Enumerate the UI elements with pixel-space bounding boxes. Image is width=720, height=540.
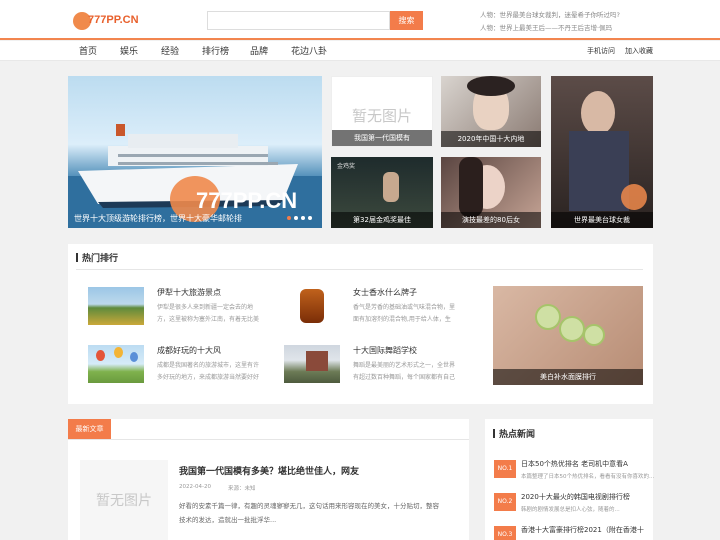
rank-badge-3: NO.3 xyxy=(494,526,516,540)
slider-dot[interactable] xyxy=(294,216,298,220)
building-image xyxy=(306,351,328,371)
rank-thumb-4[interactable] xyxy=(284,345,340,383)
tile-caption: 2020年中国十大内地 xyxy=(441,131,541,147)
rank-item-desc-3b: 多好玩的地方，来成都旅游当然要好好 xyxy=(157,374,260,381)
feature-facemask-card[interactable]: 美白补水面膜排行 xyxy=(493,286,643,385)
slider-dot[interactable] xyxy=(287,216,291,220)
rank-item-desc-2b: 面有加溶剂的混合物,用于给人体，生 xyxy=(353,316,451,323)
hot-news-title: 热点新闻 xyxy=(493,427,535,440)
rank-item-desc-4b: 有超过数百种舞蹈，每个国家都有自己 xyxy=(353,374,456,381)
mobile-visit-link[interactable]: 手机访问 xyxy=(587,46,615,56)
referee-image xyxy=(581,91,615,135)
article-summary-line-1: 好看的安素千篇一律，有趣的灵魂寥寥无几，这句话用来形容现在的美女，十分贴切，整容 xyxy=(179,502,439,510)
cucumber-image xyxy=(583,324,605,346)
logo-text: 777PP.CN xyxy=(88,14,139,26)
divider xyxy=(68,439,469,440)
tile-caption: 我国第一代国模有 xyxy=(332,130,432,146)
hot-news-item-1[interactable]: 日本50个热优排名 老司机中意看A xyxy=(521,459,628,469)
hot-news-title-text: 热点新闻 xyxy=(499,430,536,440)
rank-thumb-1[interactable] xyxy=(88,287,144,325)
rank-thumb-2[interactable] xyxy=(284,287,340,325)
balloon-icon xyxy=(96,350,105,361)
rank-item-desc-3a: 成都是我国著名的旅游城市，这里有许 xyxy=(157,362,260,369)
no-image-placeholder: 暂无图片 xyxy=(351,107,412,125)
add-favorite-link[interactable]: 加入收藏 xyxy=(625,46,653,56)
hot-news-item-2[interactable]: 2020十大最火的韩国电视剧排行榜 xyxy=(521,492,630,502)
search-input[interactable] xyxy=(207,11,390,30)
tile-caption: 演技最差的80后女 xyxy=(441,212,541,228)
perfume-image xyxy=(300,289,324,323)
slider-dot[interactable] xyxy=(308,216,312,220)
nav-item-brands[interactable]: 品牌 xyxy=(250,44,268,57)
rank-item-desc-4a: 舞蹈是最美丽的艺术形式之一，全世界 xyxy=(353,362,456,369)
rank-item-title-2[interactable]: 女士香水什么牌子 xyxy=(353,287,417,298)
rank-thumb-3[interactable] xyxy=(88,345,144,383)
tile-caption: 第32届金鸡奖最佳 xyxy=(331,212,433,228)
tile-1[interactable]: 暂无图片 我国第一代国模有 xyxy=(331,76,433,147)
top-news-link-2[interactable]: 人物：世界上最美王后——不丹王后吉增·佩玛 xyxy=(480,22,612,32)
slider-dot[interactable] xyxy=(301,216,305,220)
site-logo[interactable]: 777PP.CN xyxy=(73,10,139,34)
hot-news-sub-2: 韩剧的剧情发展总是扣人心弦，随着的... xyxy=(521,507,620,513)
watermark-text: 777PP.CN xyxy=(196,188,298,213)
rank-item-title-3[interactable]: 成都好玩的十大风 xyxy=(157,345,221,356)
rank-item-desc-1b: 方，这里被称为塞外江南，有着无比美 xyxy=(157,316,260,323)
tile-3[interactable]: 世界最美台球女裁 xyxy=(551,76,653,228)
tile-4[interactable]: 金鸡奖 第32届金鸡奖最佳 xyxy=(331,157,433,228)
title-bar xyxy=(493,429,495,438)
slider-caption[interactable]: 世界十大顶级游轮排行榜，世界十大豪华邮轮排 xyxy=(74,213,242,224)
nav-item-home[interactable]: 首页 xyxy=(79,44,97,57)
article-thumb[interactable]: 暂无图片 xyxy=(80,460,168,540)
hero-slider[interactable]: 777PP.CN 世界十大顶级游轮排行榜，世界十大豪华邮轮排 xyxy=(68,76,322,228)
no-image-placeholder: 暂无图片 xyxy=(96,493,152,509)
hot-news-item-3[interactable]: 香港十大富豪排行榜2021（附在香港十 xyxy=(521,525,644,535)
article-title[interactable]: 我国第一代国模有多美？堪比绝世佳人，网友 xyxy=(179,464,359,477)
search-button[interactable]: 搜索 xyxy=(390,11,423,30)
latest-articles-tag: 最新文章 xyxy=(68,419,111,439)
rank-item-desc-2a: 香气是芳香的基础油或气味混合物，里 xyxy=(353,304,456,311)
hot-news-sub-1: 本篇整理了日本50个热优排名，看看有没有你喜欢的... xyxy=(521,474,655,480)
actress-hair xyxy=(459,157,483,217)
nav-item-experience[interactable]: 经验 xyxy=(161,44,179,57)
cucumber-image xyxy=(535,304,561,330)
tile-5[interactable]: 演技最差的80后女 xyxy=(441,157,541,228)
hot-rank-title-text: 热门排行 xyxy=(82,254,119,264)
rank-item-desc-1a: 伊犁是很多人来到新疆一定会去的地 xyxy=(157,304,254,311)
watermark-mark xyxy=(621,184,647,210)
article-source: 来源：未知 xyxy=(228,486,256,492)
rank-badge-1: NO.1 xyxy=(494,460,516,478)
tile-overlay-text: 金鸡奖 xyxy=(337,163,356,170)
rank-badge-2: NO.2 xyxy=(494,493,516,511)
portrait-hair xyxy=(467,76,515,96)
referee-body xyxy=(569,131,629,211)
slider-dots xyxy=(287,216,312,220)
tile-caption: 世界最美台球女裁 xyxy=(551,212,653,228)
hot-rank-title: 热门排行 xyxy=(76,251,118,264)
article-summary-line-2: 技术的发达，造就出一批批浮华... xyxy=(179,516,277,524)
figure-image xyxy=(383,172,399,202)
nav-item-rankings[interactable]: 排行榜 xyxy=(202,44,229,57)
rank-item-title-4[interactable]: 十大国际舞蹈学校 xyxy=(353,345,417,356)
title-bar xyxy=(76,253,78,262)
balloon-icon xyxy=(114,347,123,358)
nav-item-gossip[interactable]: 花边八卦 xyxy=(291,44,327,57)
top-news-link-1[interactable]: 人物：世界最美台球女裁判，迷晕希子你听过吗? xyxy=(480,9,620,19)
divider xyxy=(76,269,643,270)
rank-item-title-1[interactable]: 伊犁十大旅游景点 xyxy=(157,287,221,298)
tile-2[interactable]: 2020年中国十大内地 xyxy=(441,76,541,147)
balloon-icon xyxy=(130,352,138,362)
cucumber-image xyxy=(559,316,585,342)
nav-item-entertainment[interactable]: 娱乐 xyxy=(120,44,138,57)
feature-caption: 美白补水面膜排行 xyxy=(493,369,643,385)
article-date: 2022-04-20 xyxy=(179,484,211,490)
